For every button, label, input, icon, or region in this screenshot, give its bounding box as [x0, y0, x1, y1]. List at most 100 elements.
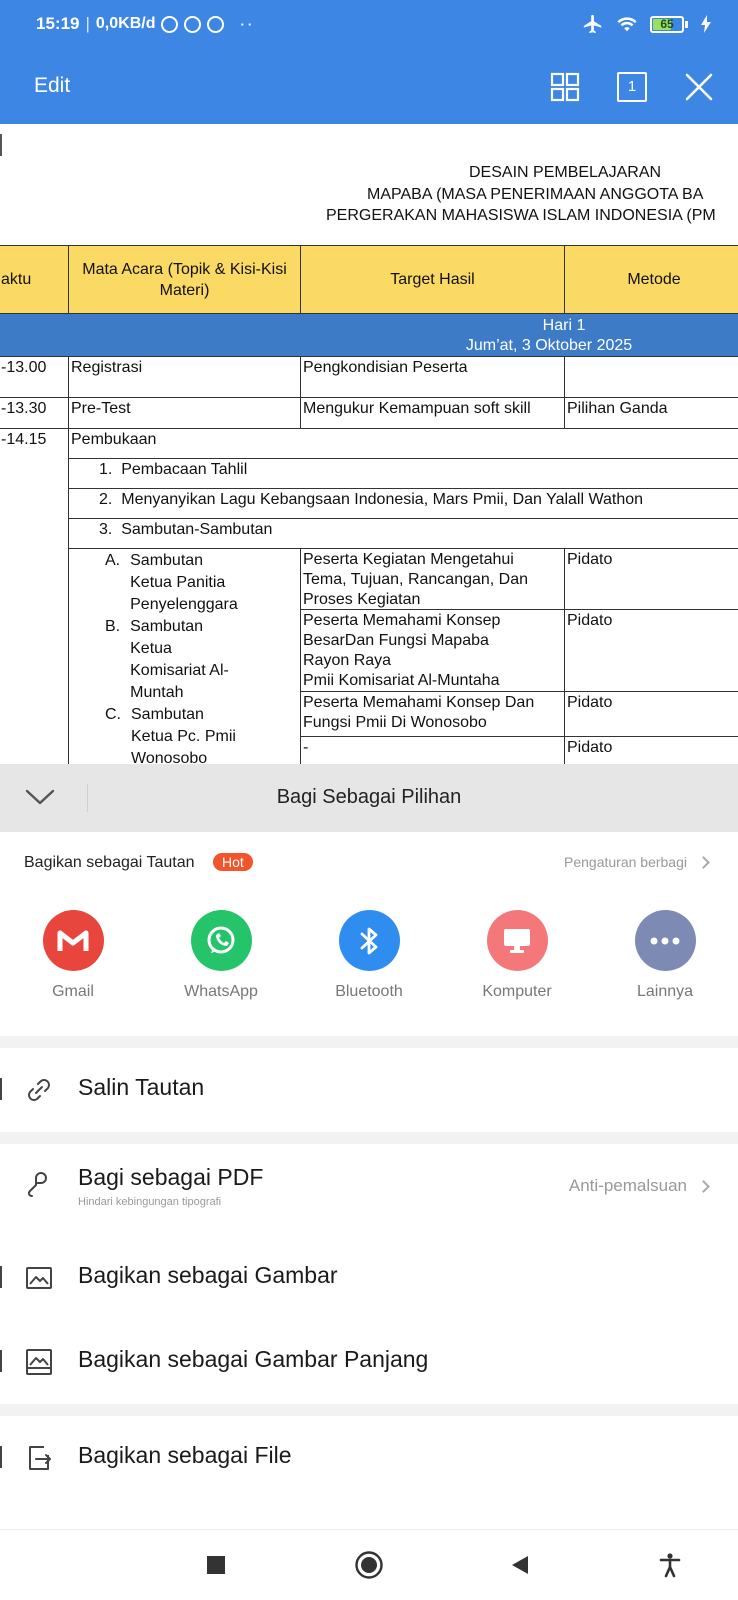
share-image-label: Bagikan sebagai Gambar	[78, 1262, 338, 1288]
grid-icon[interactable]	[550, 72, 580, 102]
method-cell-c: Pidato	[564, 691, 738, 737]
share-long-image-option[interactable]: Bagikan sebagai Gambar Panjang	[0, 1320, 738, 1404]
close-icon[interactable]	[684, 72, 714, 102]
list-item: 2. Menyanyikan Lagu Kebangsaan Indonesia…	[68, 488, 738, 519]
list-text: Pembacaan Tahlil	[121, 461, 248, 478]
sub-letter: A.	[105, 552, 121, 569]
share-settings-link[interactable]: Pengaturan berbagi	[564, 854, 710, 870]
share-sheet: Bagikan sebagai Tautan Hot Pengaturan be…	[0, 832, 738, 1529]
target-text: Proses Kegiatan	[303, 591, 421, 608]
day-band: Hari 1 Jum’at, 3 Oktober 2025	[0, 314, 738, 356]
chevron-right-icon	[697, 1179, 710, 1193]
anti-forgery-link[interactable]: Anti-pemalsuan	[569, 1176, 710, 1196]
share-pdf-option[interactable]: Bagi sebagai PDF Hindari kebingungan tip…	[0, 1144, 738, 1236]
day-date: Jum’at, 3 Oktober 2025	[465, 337, 633, 354]
share-as-link-label: Bagikan sebagai Tautan	[24, 854, 195, 871]
edge-marker	[0, 1078, 2, 1100]
chevron-right-icon	[697, 855, 710, 869]
whatsapp-business-notification-icon	[207, 15, 225, 33]
image-icon	[26, 1267, 52, 1289]
target-text: Rayon Raya	[303, 652, 392, 669]
battery-icon: 65	[650, 15, 688, 33]
target-cell-a: Peserta Kegiatan Mengetahui Tema, Tujuan…	[300, 548, 565, 610]
app-label: Gmail	[52, 983, 94, 1000]
edge-marker	[0, 1266, 2, 1288]
target-text: Tema, Tujuan, Rancangan, Dan	[303, 571, 529, 588]
share-app-komputer[interactable]: Komputer	[457, 910, 577, 1001]
home-icon[interactable]	[354, 1550, 384, 1580]
app-label: Komputer	[482, 983, 552, 1000]
app-label: Bluetooth	[335, 983, 403, 1000]
status-separator: |	[85, 14, 90, 33]
list-text: Menyanyikan Lagu Kebangsaan Indonesia, M…	[121, 491, 644, 508]
share-app-bluetooth[interactable]: Bluetooth	[309, 910, 429, 1001]
chat-notification-icon	[161, 15, 179, 33]
list-number: 3.	[99, 521, 113, 538]
row1-acara: Registrasi	[68, 356, 301, 398]
whatsapp-notification-icon	[184, 15, 202, 33]
sub-text: Ketua Panitia	[130, 574, 226, 591]
method-cell-a: Pidato	[564, 548, 738, 610]
method-cell-b: Pidato	[564, 609, 738, 692]
row2-metode: Pilihan Ganda	[564, 397, 738, 429]
file-export-icon	[29, 1446, 51, 1470]
target-cell-d: -	[300, 736, 565, 764]
airplane-mode-icon	[583, 14, 602, 34]
section-gap	[0, 1404, 738, 1416]
sub-text: Muntah	[130, 684, 184, 701]
back-icon[interactable]	[507, 1552, 533, 1578]
sub-text: Ketua Pc. Pmii	[131, 728, 236, 745]
recent-apps-icon[interactable]	[203, 1552, 229, 1578]
text-cursor	[0, 134, 2, 156]
wifi-icon	[617, 17, 637, 32]
share-pdf-label: Bagi sebagai PDF	[78, 1164, 264, 1190]
share-pdf-sublabel: Hindari kebingungan tipografi	[78, 1196, 222, 1208]
more-notifications-icon: ··	[240, 16, 256, 32]
list-text: Sambutan-Sambutan	[121, 521, 273, 538]
share-file-option[interactable]: Bagikan sebagai File	[0, 1416, 738, 1500]
target-text: Fungsi Pmii Di Wonosobo	[303, 714, 487, 731]
page-number-button[interactable]: 1	[617, 72, 647, 102]
status-time: 15:19	[36, 14, 80, 33]
sub-text: Wonosobo	[131, 750, 208, 764]
sub-text: Penyelenggara	[130, 596, 238, 613]
section-gap	[0, 1036, 738, 1048]
target-text: Peserta Memahami Konsep Dan	[303, 694, 535, 711]
share-app-gmail[interactable]: Gmail	[13, 910, 133, 1001]
doc-title-line-2: MAPABA (MASA PENERIMAAN ANGGOTA BA	[367, 186, 704, 203]
header-waktu: aktu	[0, 245, 69, 314]
net-speed: 0,0KB/d	[95, 15, 156, 32]
battery-level: 65	[660, 16, 674, 31]
sub-text: Komisariat Al-	[130, 662, 229, 679]
document-preview[interactable]: DESAIN PEMBELAJARAN MAPABA (MASA PENERIM…	[0, 124, 738, 764]
method-cell-d: Pidato	[564, 736, 738, 764]
doc-title-line-3: PERGERAKAN MAHASISWA ISLAM INDONESIA (PM	[326, 207, 716, 224]
share-image-option[interactable]: Bagikan sebagai Gambar	[0, 1236, 738, 1320]
target-text: BesarDan Fungsi Mapaba	[303, 632, 489, 649]
copy-link-option[interactable]: Salin Tautan	[0, 1048, 738, 1132]
list-item: 3. Sambutan-Sambutan	[68, 518, 738, 549]
sub-letter: C.	[105, 706, 121, 723]
header-target-hasil: Target Hasil	[300, 245, 565, 314]
edit-button[interactable]: Edit	[34, 74, 70, 98]
whatsapp-icon	[190, 910, 252, 971]
accessibility-icon[interactable]	[657, 1552, 683, 1578]
share-app-lainnya[interactable]: Lainnya	[605, 910, 725, 1001]
share-long-image-label: Bagikan sebagai Gambar Panjang	[78, 1346, 429, 1372]
target-text: Peserta Memahami Konsep	[303, 612, 501, 629]
edge-marker	[0, 1446, 2, 1468]
navigation-bar	[0, 1529, 738, 1600]
sub-text: Ketua	[130, 640, 172, 657]
list-item: 1. Pembacaan Tahlil	[68, 458, 738, 489]
target-cell-c: Peserta Memahami Konsep Dan Fungsi Pmii …	[300, 691, 565, 737]
gmail-icon	[42, 910, 104, 971]
row1-target: Pengkondisian Peserta	[300, 356, 565, 398]
share-app-whatsapp[interactable]: WhatsApp	[161, 910, 281, 1001]
row3-acara: Pembukaan	[68, 428, 738, 459]
status-bar: 15:19 | 0,0KB/d ·· 65	[0, 0, 738, 52]
section-gap	[0, 1132, 738, 1144]
app-label: WhatsApp	[184, 983, 258, 1000]
header-mata-acara: Mata Acara (Topik & Kisi-Kisi Materi)	[68, 245, 301, 314]
sub-letter: B.	[105, 618, 121, 635]
target-cell-b: Peserta Memahami Konsep BesarDan Fungsi …	[300, 609, 565, 692]
